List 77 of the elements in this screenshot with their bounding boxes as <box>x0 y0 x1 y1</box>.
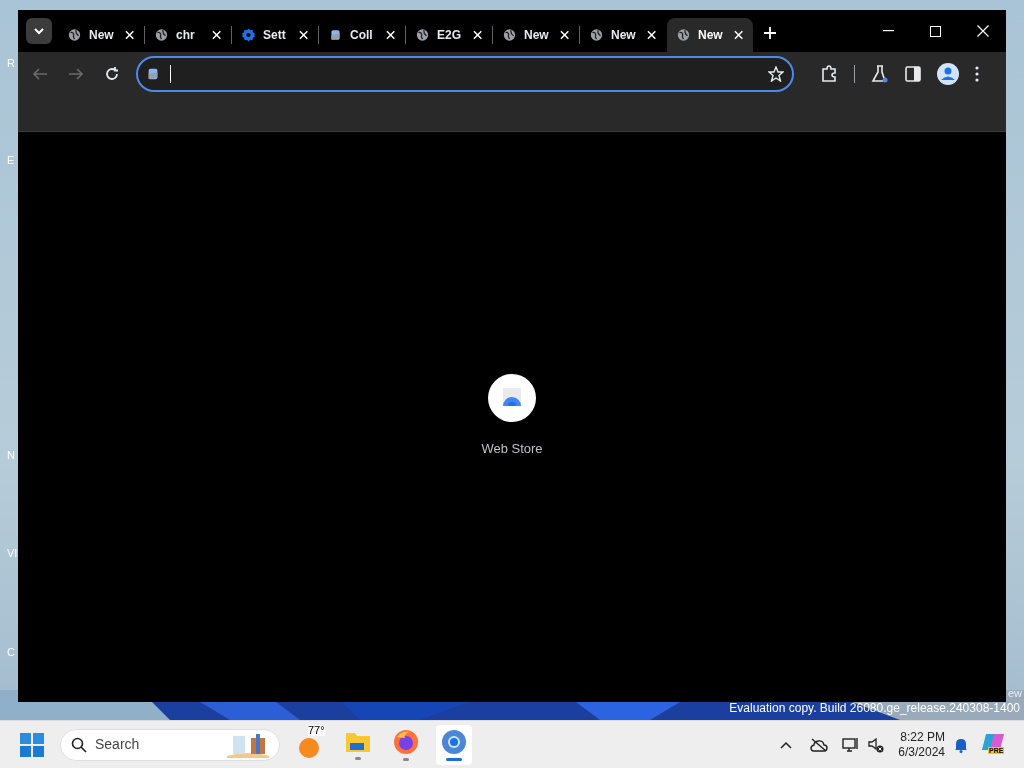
search-icon <box>71 736 87 753</box>
close-icon[interactable] <box>385 30 395 40</box>
side-panel-icon[interactable] <box>905 66 921 82</box>
cloud-off-icon[interactable] <box>810 737 829 752</box>
tab-title: New <box>610 27 637 44</box>
temperature: 77° <box>308 724 325 736</box>
clock[interactable]: 8:22 PM 6/3/2024 <box>898 729 945 760</box>
weather-widget[interactable]: 77° <box>298 728 328 761</box>
gift-drawing <box>227 731 269 758</box>
tab-title: Coll <box>349 27 374 44</box>
taskbar-app[interactable] <box>436 724 472 765</box>
shortcut-label[interactable]: Web Store <box>481 439 543 459</box>
gear-icon <box>242 28 255 42</box>
tab-title: E2G <box>436 27 462 44</box>
firefox-icon <box>393 728 419 755</box>
maximize-icon[interactable] <box>930 25 941 37</box>
close-icon[interactable] <box>733 30 743 40</box>
close-icon[interactable] <box>977 25 989 37</box>
close-icon[interactable] <box>211 30 221 40</box>
browser-tab[interactable]: chr <box>145 18 231 52</box>
sun-icon <box>298 736 320 759</box>
shortcut-tile[interactable] <box>488 374 536 422</box>
browser-icon <box>441 728 467 755</box>
store-icon <box>329 28 342 42</box>
close-icon[interactable] <box>559 30 569 40</box>
menu-icon[interactable] <box>975 66 979 82</box>
tab-title: New <box>697 27 724 44</box>
tab-title: chr <box>175 27 196 44</box>
desktop-icon-label: R <box>7 58 15 69</box>
close-icon[interactable] <box>124 30 134 40</box>
text-cursor <box>170 65 171 83</box>
store-icon <box>501 388 523 408</box>
search-field[interactable]: Search <box>60 728 280 761</box>
globe-icon <box>503 28 516 42</box>
tab-title: New <box>88 27 115 44</box>
store-icon <box>146 67 160 81</box>
search-placeholder: Search <box>95 735 141 754</box>
browser-tab[interactable]: Coll <box>319 18 405 52</box>
browser-tab[interactable]: Sett <box>232 18 318 52</box>
globe-icon <box>590 28 603 42</box>
profile-icon[interactable] <box>937 63 959 85</box>
browser-tab[interactable]: New <box>493 18 579 52</box>
clock-time: 8:22 PM <box>900 729 945 745</box>
monitor-icon[interactable] <box>842 736 861 753</box>
reload-icon[interactable] <box>104 66 120 82</box>
browser-tab[interactable]: New <box>58 18 144 52</box>
desktop-icon-label: E <box>7 155 15 166</box>
watermark-text: ew <box>1008 688 1023 699</box>
flask-icon[interactable] <box>871 65 889 83</box>
clock-date: 6/3/2024 <box>898 744 945 760</box>
chevron-up-icon[interactable] <box>780 740 793 749</box>
chevron-down-icon <box>34 27 44 35</box>
desktop-icon-label: C <box>7 647 15 658</box>
close-icon[interactable] <box>298 30 308 40</box>
browser-tab[interactable]: New <box>580 18 666 52</box>
puzzle-icon[interactable] <box>820 65 838 83</box>
close-icon[interactable] <box>646 30 656 40</box>
minimize-icon[interactable] <box>883 30 894 32</box>
globe-icon <box>68 28 81 42</box>
desktop-icon-label: N <box>7 450 15 461</box>
tab-search-button[interactable] <box>26 18 52 44</box>
address-bar[interactable] <box>136 56 794 92</box>
tab-title: New <box>523 27 550 44</box>
bell-icon[interactable] <box>954 736 968 753</box>
globe-icon <box>155 28 168 42</box>
desktop-icon-label: VI <box>7 548 18 559</box>
speaker-muted-icon[interactable] <box>868 736 885 753</box>
windows-icon[interactable] <box>20 732 44 757</box>
browser-tab[interactable]: E2G <box>406 18 492 52</box>
close-icon[interactable] <box>472 30 482 40</box>
browser-tab[interactable]: New <box>667 18 753 52</box>
globe-icon <box>677 28 690 42</box>
copilot-icon <box>982 731 1006 752</box>
globe-icon <box>416 28 429 42</box>
tab-title: Sett <box>262 27 287 44</box>
star-icon[interactable] <box>768 66 784 82</box>
new-tab-icon[interactable] <box>764 27 776 39</box>
